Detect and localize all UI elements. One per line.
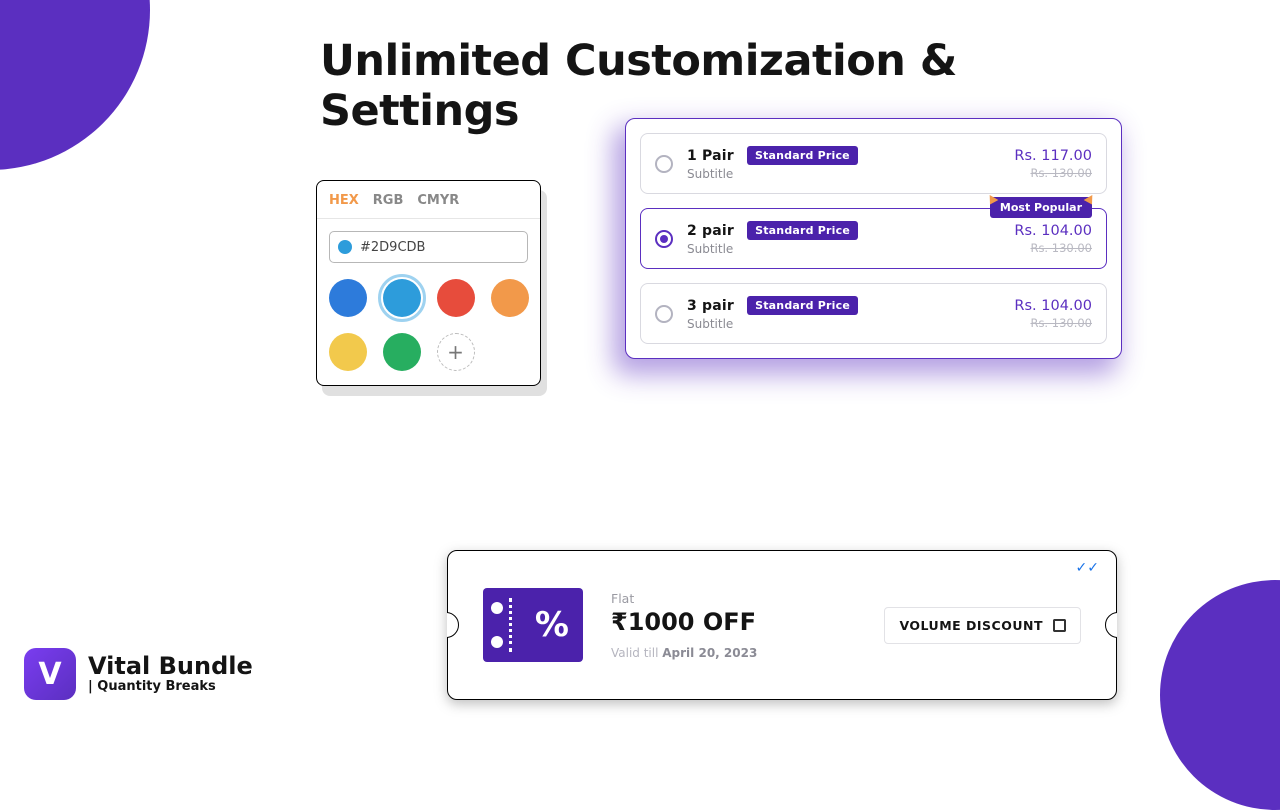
swatch-blue-light[interactable] xyxy=(383,279,421,317)
swatch-add-button[interactable]: + xyxy=(437,333,475,371)
most-popular-badge: Most Popular xyxy=(990,197,1092,218)
bundle-original-price: Rs. 130.00 xyxy=(1014,316,1092,330)
bundle-original-price: Rs. 130.00 xyxy=(1014,166,1092,180)
coupon-icon: % xyxy=(483,588,583,662)
coupon-validity: Valid till April 20, 2023 xyxy=(611,646,811,660)
bundle-price: Rs. 104.00 xyxy=(1014,298,1092,314)
price-type-badge: Standard Price xyxy=(747,296,858,315)
brand-name: Vital Bundle xyxy=(88,654,253,678)
swatch-blue-dark[interactable] xyxy=(329,279,367,317)
bundle-original-price: Rs. 130.00 xyxy=(1014,241,1092,255)
coupon-amount: ₹1000 OFF xyxy=(611,608,811,636)
swatch-orange[interactable] xyxy=(491,279,529,317)
coupon-type-label: Flat xyxy=(611,591,811,606)
color-swatches: + xyxy=(329,279,528,371)
copy-icon xyxy=(1053,619,1066,632)
bundle-option-3[interactable]: 3 pair Standard Price Subtitle Rs. 104.0… xyxy=(640,283,1107,344)
bundle-price: Rs. 117.00 xyxy=(1014,148,1092,164)
bundle-title: 3 pair xyxy=(687,298,734,314)
price-type-badge: Standard Price xyxy=(747,146,858,165)
tab-rgb[interactable]: RGB xyxy=(373,193,404,208)
swatch-green[interactable] xyxy=(383,333,421,371)
color-format-tabs: HEX RGB CMYR xyxy=(329,193,528,208)
percent-icon: % xyxy=(535,605,569,645)
hex-preview-dot xyxy=(338,240,352,254)
bundle-subtitle: Subtitle xyxy=(687,317,1014,331)
plus-icon: + xyxy=(447,340,464,364)
radio-icon[interactable] xyxy=(655,155,673,173)
color-picker-card: HEX RGB CMYR #2D9CDB + xyxy=(316,180,541,386)
brand-tagline: | Quantity Breaks xyxy=(88,679,253,694)
swatch-yellow[interactable] xyxy=(329,333,367,371)
bundle-option-1[interactable]: 1 Pair Standard Price Subtitle Rs. 117.0… xyxy=(640,133,1107,194)
bundle-subtitle: Subtitle xyxy=(687,167,1014,181)
bundle-title: 2 pair xyxy=(687,223,734,239)
tab-hex[interactable]: HEX xyxy=(329,193,359,208)
bundle-option-2[interactable]: Most Popular 2 pair Standard Price Subti… xyxy=(640,208,1107,269)
bundle-subtitle: Subtitle xyxy=(687,242,1014,256)
tab-cmyr[interactable]: CMYR xyxy=(417,193,459,208)
radio-icon[interactable] xyxy=(655,230,673,248)
brand-logo: V xyxy=(24,648,76,700)
coupon-code-label: VOLUME DISCOUNT xyxy=(899,618,1043,633)
swatch-red[interactable] xyxy=(437,279,475,317)
hex-value: #2D9CDB xyxy=(360,240,425,255)
brand-mark: V Vital Bundle | Quantity Breaks xyxy=(24,648,253,700)
bundle-price: Rs. 104.00 xyxy=(1014,223,1092,239)
radio-icon[interactable] xyxy=(655,305,673,323)
hex-input[interactable]: #2D9CDB xyxy=(329,231,528,263)
bundle-title: 1 Pair xyxy=(687,148,734,164)
coupon-card: ✓✓ % Flat ₹1000 OFF Valid till April 20,… xyxy=(447,550,1117,700)
quantity-breaks-card: 1 Pair Standard Price Subtitle Rs. 117.0… xyxy=(625,118,1122,359)
price-type-badge: Standard Price xyxy=(747,221,858,240)
coupon-code-button[interactable]: VOLUME DISCOUNT xyxy=(884,607,1081,644)
